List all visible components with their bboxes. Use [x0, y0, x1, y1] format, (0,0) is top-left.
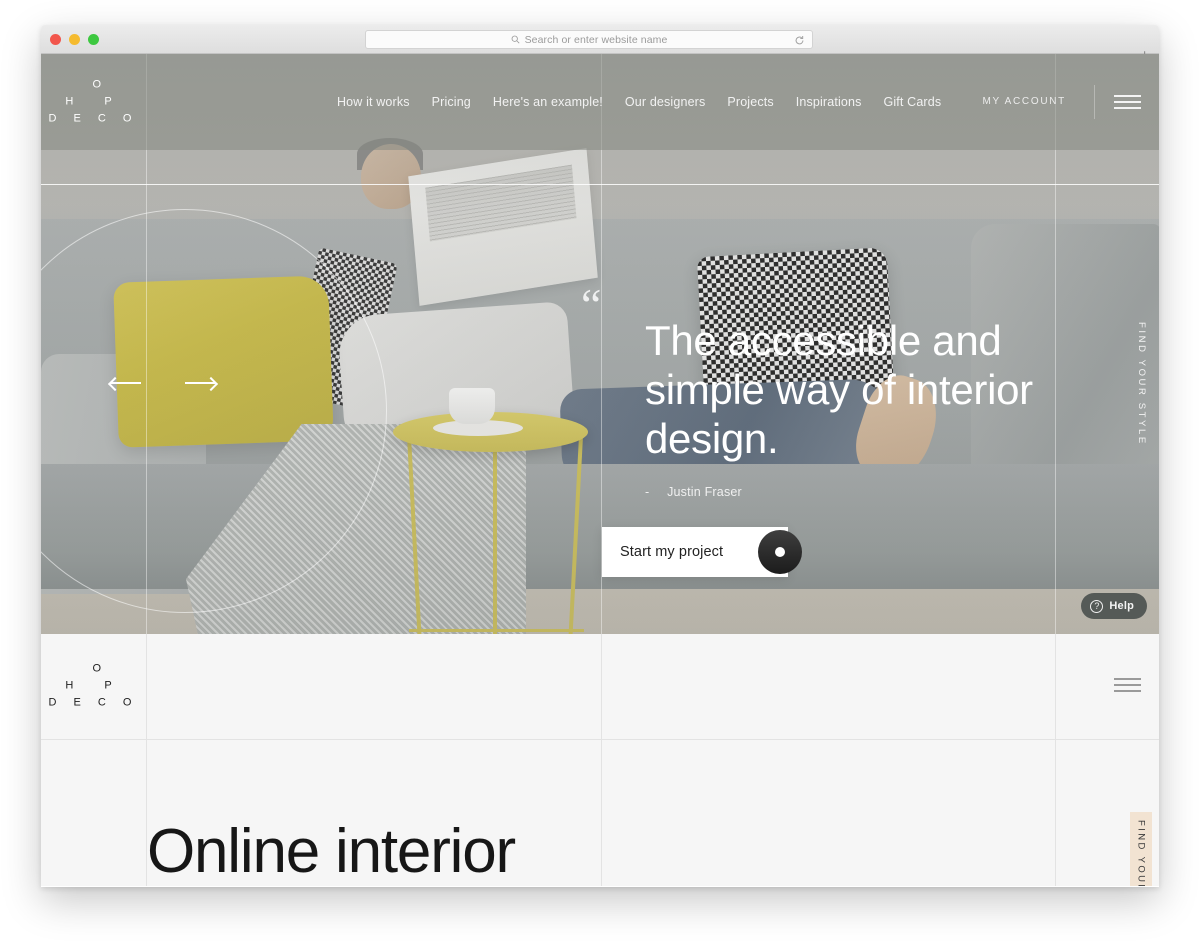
nav-item-gift-cards[interactable]: Gift Cards — [872, 95, 952, 109]
hero-author-dash: - — [645, 485, 650, 499]
site-logo[interactable]: O H P D E C O — [41, 77, 146, 128]
hamburger-bar — [1113, 95, 1141, 97]
hamburger-bar — [1113, 107, 1141, 109]
hamburger-bar — [1114, 690, 1141, 692]
nav-item-how-it-works[interactable]: How it works — [326, 95, 421, 109]
logo-line-1: O — [92, 78, 105, 91]
header-right-group: MY ACCOUNT — [961, 54, 1160, 150]
address-bar[interactable]: Search or enter website name — [365, 30, 813, 49]
hamburger-bar — [1114, 684, 1141, 686]
arrow-right-icon[interactable] — [185, 382, 215, 384]
find-your-style-tab-secondary[interactable]: FIND YOUR — [1130, 812, 1152, 886]
logo-line-2: H P — [65, 679, 126, 692]
main-nav: How it works Pricing Here's an example! … — [326, 95, 952, 109]
my-account-link[interactable]: MY ACCOUNT — [961, 85, 1095, 119]
dot-circle-icon — [758, 530, 802, 574]
hero-author: - Justin Fraser — [645, 485, 742, 499]
section-gridline — [1055, 634, 1056, 886]
hamburger-bar — [1113, 101, 1141, 103]
intro-section: O H P D E C O Online interior FIND YOUR — [41, 634, 1159, 886]
logo-cell: O H P D E C O — [41, 54, 146, 150]
page-viewport: O H P D E C O How it works Pricing Here'… — [41, 54, 1159, 886]
hamburger-bar — [1114, 678, 1141, 680]
close-window-button[interactable] — [50, 34, 61, 45]
section-heading: Online interior — [147, 817, 516, 886]
arrow-left-icon[interactable] — [111, 382, 141, 384]
logo-line-1: O — [92, 662, 105, 675]
browser-titlebar: Search or enter website name + — [41, 25, 1159, 63]
reload-icon[interactable] — [794, 35, 805, 46]
address-placeholder-text: Search or enter website name — [524, 33, 668, 46]
section-gridline — [601, 634, 602, 886]
site-logo-secondary[interactable]: O H P D E C O — [41, 661, 146, 712]
nav-item-heres-an-example[interactable]: Here's an example! — [482, 95, 614, 109]
logo-line-3: D E C O — [48, 696, 139, 709]
hamburger-icon-secondary[interactable] — [1114, 678, 1141, 692]
hero-section: O H P D E C O How it works Pricing Here'… — [41, 54, 1159, 634]
quote-glyph: “ — [581, 279, 601, 330]
nav-item-inspirations[interactable]: Inspirations — [785, 95, 873, 109]
logo-line-3: D E C O — [48, 112, 139, 125]
nav-item-pricing[interactable]: Pricing — [421, 95, 482, 109]
search-icon — [511, 35, 520, 44]
window-controls — [50, 34, 99, 45]
hero-gridline — [41, 184, 1159, 185]
hero-heading: The accessible and simple way of interio… — [645, 317, 1033, 462]
help-label: Help — [1109, 600, 1134, 612]
nav-item-our-designers[interactable]: Our designers — [614, 95, 716, 109]
nav-item-projects[interactable]: Projects — [716, 95, 784, 109]
address-bar-inner: Search or enter website name — [511, 34, 668, 46]
hero-author-name: Justin Fraser — [667, 485, 742, 499]
minimize-window-button[interactable] — [69, 34, 80, 45]
question-circle-icon: ? — [1090, 599, 1104, 613]
browser-window: Search or enter website name + — [41, 25, 1159, 887]
logo-line-2: H P — [65, 95, 126, 108]
section-gridline — [41, 739, 1159, 740]
help-button[interactable]: ? Help — [1081, 593, 1147, 619]
maximize-window-button[interactable] — [88, 34, 99, 45]
logo-cell-secondary: O H P D E C O — [41, 634, 146, 738]
start-my-project-label: Start my project — [620, 544, 724, 560]
find-your-style-tab[interactable]: FIND YOUR STYLE — [1136, 322, 1147, 446]
start-my-project-button[interactable]: Start my project — [602, 527, 802, 577]
hamburger-icon[interactable] — [1095, 95, 1159, 109]
find-your-style-label: FIND YOUR — [1135, 820, 1147, 886]
site-header: O H P D E C O How it works Pricing Here'… — [41, 54, 1159, 150]
